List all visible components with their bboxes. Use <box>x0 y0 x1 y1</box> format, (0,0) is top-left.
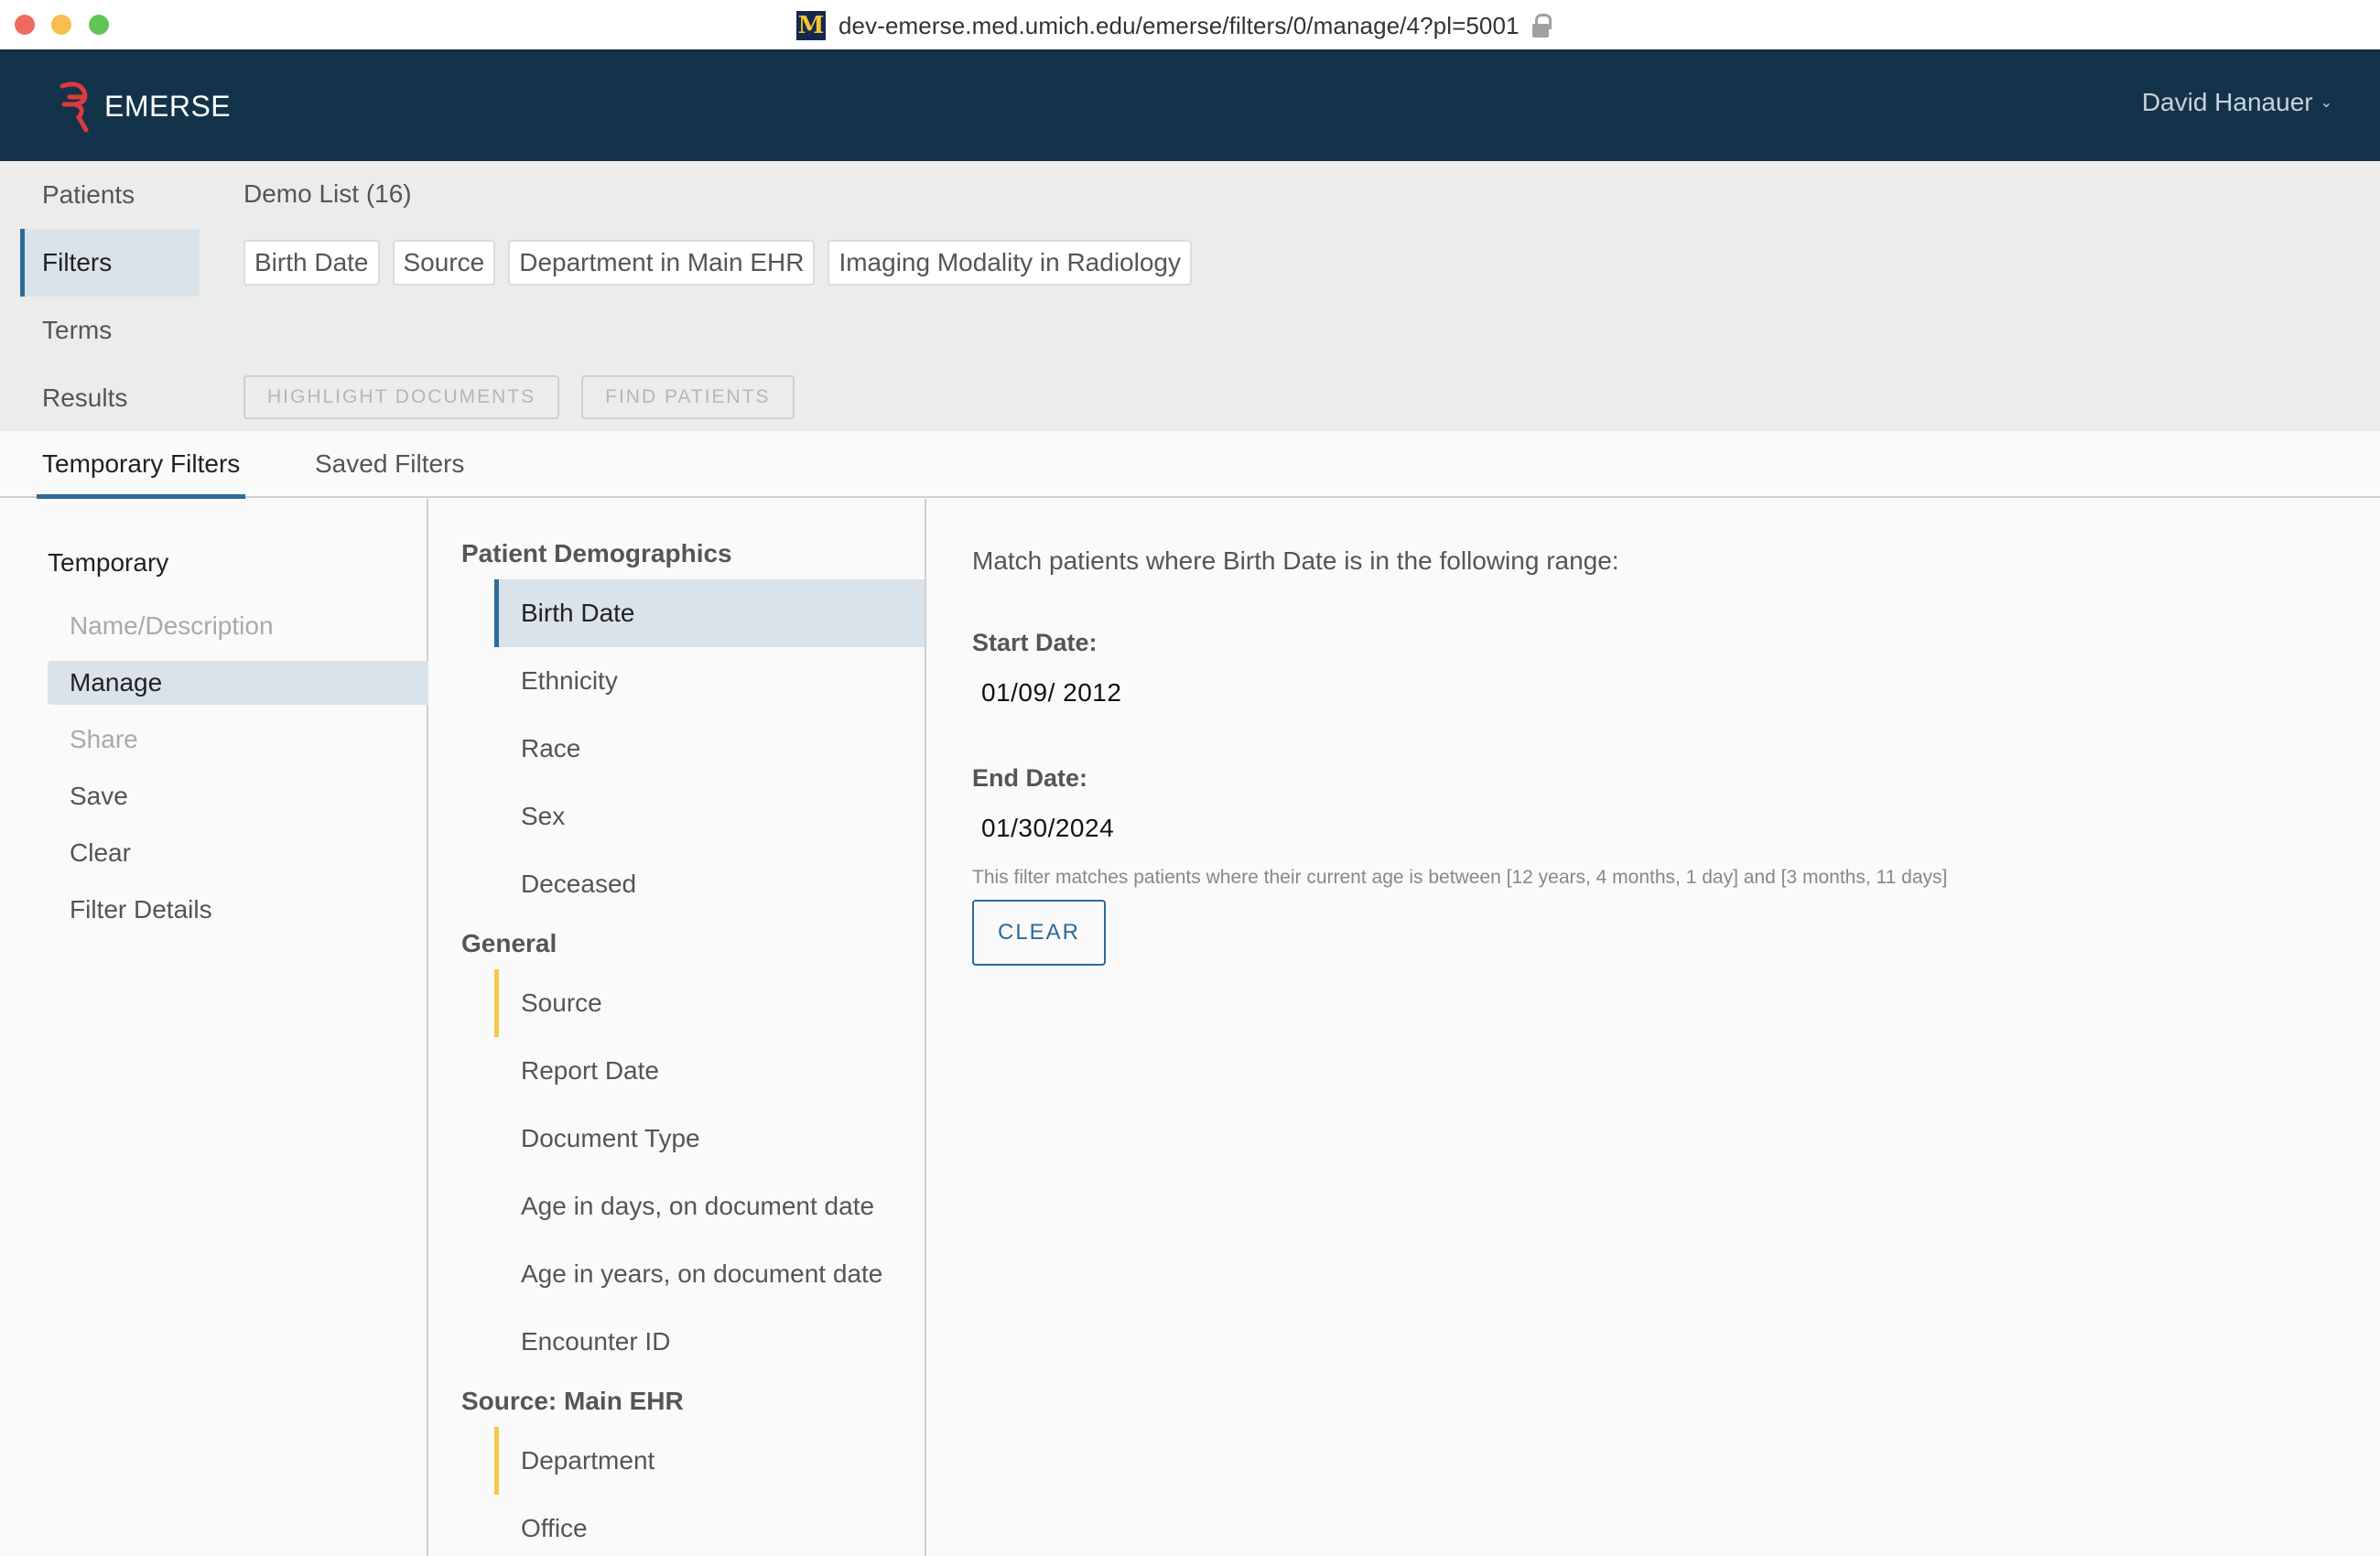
field-age-in-days[interactable]: Age in days, on document date <box>494 1172 925 1240</box>
minimize-window-button[interactable] <box>51 15 71 35</box>
field-deceased[interactable]: Deceased <box>494 850 925 918</box>
brand-logo-link[interactable]: EMERSE <box>55 79 231 134</box>
group-title-general: General <box>461 929 557 957</box>
workflow-nav-band: Patients Filters Terms Results Demo List… <box>0 161 2380 431</box>
field-sex[interactable]: Sex <box>494 783 925 850</box>
find-patients-button[interactable]: FIND PATIENTS <box>581 375 795 419</box>
nav-share: Share <box>70 725 138 753</box>
user-name: David Hanauer <box>2141 88 2313 116</box>
field-document-type[interactable]: Document Type <box>494 1105 925 1172</box>
group-title-patient-demographics: Patient Demographics <box>461 539 732 567</box>
filter-tag-department[interactable]: Department in Main EHR <box>508 240 816 286</box>
tab-temporary-filters[interactable]: Temporary Filters <box>37 431 246 500</box>
filter-tag-birth-date[interactable]: Birth Date <box>243 240 380 286</box>
user-menu[interactable]: David Hanauer ⌄ <box>2142 88 2332 117</box>
nav-name-description: Name/Description <box>70 611 274 640</box>
start-date-input[interactable]: 01/09/ 2012 <box>981 678 1121 708</box>
field-department[interactable]: Department <box>494 1427 925 1495</box>
age-range-hint: This filter matches patients where their… <box>972 867 1948 888</box>
clear-filter-button[interactable]: CLEAR <box>972 900 1106 966</box>
maximize-window-button[interactable] <box>89 15 109 35</box>
brand-name: EMERSE <box>104 89 232 123</box>
nav-filter-details[interactable]: Filter Details <box>48 881 428 938</box>
filter-tag-source[interactable]: Source <box>392 240 496 286</box>
filter-actions-panel: Temporary Name/Description Manage Share … <box>0 499 428 1556</box>
main-nav-patients[interactable]: Patients <box>20 161 200 229</box>
chevron-down-icon: ⌄ <box>2320 95 2332 111</box>
filter-tabs: Temporary Filters Saved Filters <box>0 431 2380 500</box>
address-bar[interactable]: M dev-emerse.med.umich.edu/emerse/filter… <box>796 11 1552 40</box>
field-office[interactable]: Office <box>494 1495 925 1556</box>
main-nav-terms[interactable]: Terms <box>20 297 200 364</box>
field-report-date[interactable]: Report Date <box>494 1037 925 1105</box>
patient-list-name[interactable]: Demo List (16) <box>243 179 412 209</box>
filter-actions-nav: Name/Description Manage Share Save Clear… <box>48 598 428 938</box>
tab-saved-filters[interactable]: Saved Filters <box>315 431 464 498</box>
field-race[interactable]: Race <box>494 715 925 783</box>
active-filter-tags: Birth Date Source Department in Main EHR… <box>243 240 1192 286</box>
field-source[interactable]: Source <box>494 969 925 1037</box>
app-header: EMERSE David Hanauer ⌄ <box>0 51 2380 161</box>
nav-clear[interactable]: Clear <box>48 825 428 881</box>
end-date-label: End Date: <box>972 764 1088 792</box>
filter-set-title: Temporary <box>48 548 169 577</box>
field-birth-date[interactable]: Birth Date <box>494 579 925 647</box>
browser-toolbar: M dev-emerse.med.umich.edu/emerse/filter… <box>0 0 2380 51</box>
start-date-label: Start Date: <box>972 629 1098 656</box>
emerse-logo-icon <box>60 81 89 133</box>
filter-detail-panel: Match patients where Birth Date is in th… <box>926 499 2380 1556</box>
main-nav-results[interactable]: Results <box>20 364 200 432</box>
filter-field-list: Patient Demographics Birth Date Ethnicit… <box>428 499 926 1556</box>
field-encounter-id[interactable]: Encounter ID <box>494 1308 925 1376</box>
highlight-documents-button[interactable]: HIGHLIGHT DOCUMENTS <box>243 375 560 419</box>
url-text[interactable]: dev-emerse.med.umich.edu/emerse/filters/… <box>838 12 1520 40</box>
nav-manage[interactable]: Manage <box>48 661 428 705</box>
close-window-button[interactable] <box>15 15 35 35</box>
results-actions: HIGHLIGHT DOCUMENTS FIND PATIENTS <box>243 375 795 419</box>
filter-description: Match patients where Birth Date is in th… <box>972 546 1619 575</box>
filter-tag-imaging-modality[interactable]: Imaging Modality in Radiology <box>828 240 1192 286</box>
main-nav: Patients Filters Terms Results <box>20 161 200 432</box>
main-nav-filters[interactable]: Filters <box>20 229 200 297</box>
end-date-input[interactable]: 01/30/2024 <box>981 814 1114 843</box>
group-title-source-main-ehr: Source: Main EHR <box>461 1387 684 1415</box>
lock-icon <box>1531 14 1552 38</box>
field-age-in-years[interactable]: Age in years, on document date <box>494 1240 925 1308</box>
nav-save[interactable]: Save <box>48 768 428 825</box>
site-favicon-icon: M <box>796 11 826 40</box>
field-ethnicity[interactable]: Ethnicity <box>494 647 925 715</box>
